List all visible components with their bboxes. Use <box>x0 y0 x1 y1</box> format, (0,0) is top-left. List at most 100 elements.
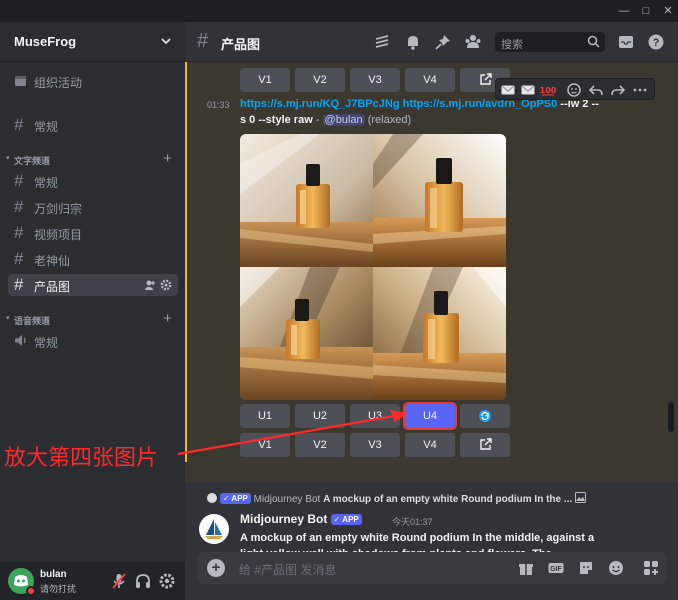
grid-image-2[interactable] <box>373 134 506 267</box>
settings-gear-icon[interactable] <box>158 572 176 590</box>
username: bulan <box>40 569 67 580</box>
search-input[interactable]: 搜索 <box>495 32 605 52</box>
variation-button[interactable]: V1 <box>240 68 290 92</box>
sidebar-item-channel[interactable]: # 万剑归宗 <box>8 196 178 218</box>
bot-avatar[interactable] <box>199 514 229 544</box>
threads-icon[interactable] <box>373 33 391 51</box>
sidebar-item-channel[interactable]: # 老神仙 <box>8 248 178 270</box>
bell-icon[interactable] <box>404 33 422 51</box>
upscale-button-4[interactable]: U4 <box>403 402 457 430</box>
sidebar-item-label: 万剑归宗 <box>34 202 83 216</box>
message-author[interactable]: Midjourney Bot ✓ APP <box>240 512 362 526</box>
variation-button-4[interactable]: V4 <box>405 433 455 457</box>
close-button[interactable]: ✕ <box>660 3 676 19</box>
app-badge: ✓ APP <box>330 514 362 525</box>
category-voice-channels[interactable]: ▾ 语音频道 + <box>6 310 176 327</box>
scrollbar-thumb[interactable] <box>668 402 674 432</box>
variation-button[interactable]: V4 <box>405 68 455 92</box>
grid-image-4[interactable] <box>373 267 506 400</box>
add-reaction-icon[interactable] <box>566 82 582 98</box>
reply-avatar <box>207 493 217 503</box>
gift-icon[interactable] <box>517 559 535 577</box>
prompt-params: s 0 --style raw <box>240 114 313 126</box>
more-options-icon[interactable] <box>632 82 648 98</box>
prompt-link[interactable]: https://s.mj.run/KQ_J7BPcJNg <box>240 98 400 110</box>
mail-icon[interactable] <box>500 82 516 98</box>
sidebar-item-label: 老神仙 <box>34 254 71 268</box>
hundred-points-icon[interactable]: 100 <box>540 82 556 98</box>
open-link-button[interactable] <box>460 433 510 457</box>
hash-icon: # <box>197 30 209 52</box>
minimize-button[interactable]: — <box>616 3 632 19</box>
emoji-icon[interactable] <box>607 559 625 577</box>
channel-header: # 产品图 搜索 ? <box>185 22 678 62</box>
discord-app: — □ ✕ MuseFrog 组织活动 # 常规 ▾ 文字频道 + # 常规 #… <box>0 0 678 600</box>
category-text-channels[interactable]: ▾ 文字频道 + <box>6 150 176 167</box>
maximize-button[interactable]: □ <box>638 3 654 19</box>
chevron-down-icon: ▾ <box>6 155 10 162</box>
composer-placeholder: 给 #产品图 发消息 <box>239 563 337 577</box>
prompt-line-2: s 0 --style raw - @bulan (relaxed) <box>240 114 411 126</box>
variation-button[interactable]: V3 <box>350 68 400 92</box>
gif-icon[interactable]: GIF <box>547 559 565 577</box>
user-status: 请勿打扰 <box>40 584 77 594</box>
sidebar-item-label: 常规 <box>34 120 59 134</box>
user-mention[interactable]: @bulan <box>322 114 365 126</box>
incoming-mail-icon[interactable] <box>520 82 536 98</box>
add-channel-icon[interactable]: + <box>163 150 172 167</box>
image-grid[interactable] <box>240 134 506 400</box>
mic-muted-icon[interactable] <box>110 572 128 590</box>
forward-icon[interactable] <box>610 82 626 98</box>
sidebar-item-channel[interactable]: # 视频项目 <box>8 222 178 244</box>
generation-mode: (relaxed) <box>364 114 412 126</box>
sidebar-item-label: 视频项目 <box>34 228 83 242</box>
sidebar-item-voice[interactable]: 常规 <box>8 330 178 352</box>
server-header[interactable]: MuseFrog <box>0 22 185 62</box>
sidebar-item-product-images[interactable]: # 产品图 <box>8 274 178 296</box>
annotation-text: 放大第四张图片 <box>4 446 159 471</box>
title-bar: — □ ✕ <box>0 0 678 22</box>
apps-icon[interactable] <box>642 559 660 577</box>
reply-icon[interactable] <box>588 82 604 98</box>
app-badge: ✓ APP <box>219 493 251 504</box>
pin-icon[interactable] <box>434 33 452 51</box>
reply-snippet: A mockup of an empty white Round podium … <box>323 494 573 505</box>
category-label: 文字频道 <box>14 156 51 166</box>
chevron-down-icon <box>161 38 171 45</box>
chevron-down-icon: ▾ <box>6 315 10 322</box>
hash-icon: # <box>14 275 24 294</box>
category-label: 语音频道 <box>14 316 51 326</box>
message-composer[interactable]: + 给 #产品图 发消息 GIF <box>197 552 667 584</box>
help-icon[interactable]: ? <box>647 33 665 51</box>
variation-button[interactable]: V2 <box>295 68 345 92</box>
svg-text:100: 100 <box>540 86 556 95</box>
sidebar-item-events[interactable]: 组织活动 <box>8 70 178 92</box>
reply-reference[interactable]: ✓ APP Midjourney Bot A mockup of an empt… <box>207 492 647 505</box>
member-list-icon[interactable] <box>464 33 482 51</box>
sidebar-item-label: 常规 <box>34 336 59 350</box>
perfume-bottle-image <box>373 134 506 267</box>
gear-icon[interactable] <box>160 279 172 291</box>
inbox-icon[interactable] <box>617 33 635 51</box>
sidebar-item-channel[interactable]: # 常规 <box>8 170 178 192</box>
grid-image-3[interactable] <box>240 267 373 400</box>
perfume-bottle-image <box>240 134 373 267</box>
add-channel-icon[interactable]: + <box>163 310 172 327</box>
add-attachment-button[interactable]: + <box>207 559 225 577</box>
external-link-icon <box>479 438 492 450</box>
invite-icon[interactable] <box>144 279 156 291</box>
headphones-icon[interactable] <box>134 572 152 590</box>
sidebar-item-label: 产品图 <box>34 280 71 294</box>
reroll-button[interactable] <box>460 404 510 428</box>
reply-author: Midjourney Bot <box>253 494 321 505</box>
author-name: Midjourney Bot <box>240 512 328 526</box>
sticker-icon[interactable] <box>577 559 595 577</box>
svg-text:?: ? <box>653 37 660 49</box>
calendar-icon <box>15 76 26 86</box>
grid-image-1[interactable] <box>240 134 373 267</box>
sidebar-item-label: 常规 <box>34 176 59 190</box>
hash-icon: # <box>14 223 24 242</box>
user-panel: bulan 请勿打扰 <box>0 562 185 600</box>
sidebar-item-general-top[interactable]: # 常规 <box>8 114 178 136</box>
main-pane: # 产品图 搜索 ? V1 V2 V3 V4 100 01:33 https:/… <box>185 22 678 600</box>
